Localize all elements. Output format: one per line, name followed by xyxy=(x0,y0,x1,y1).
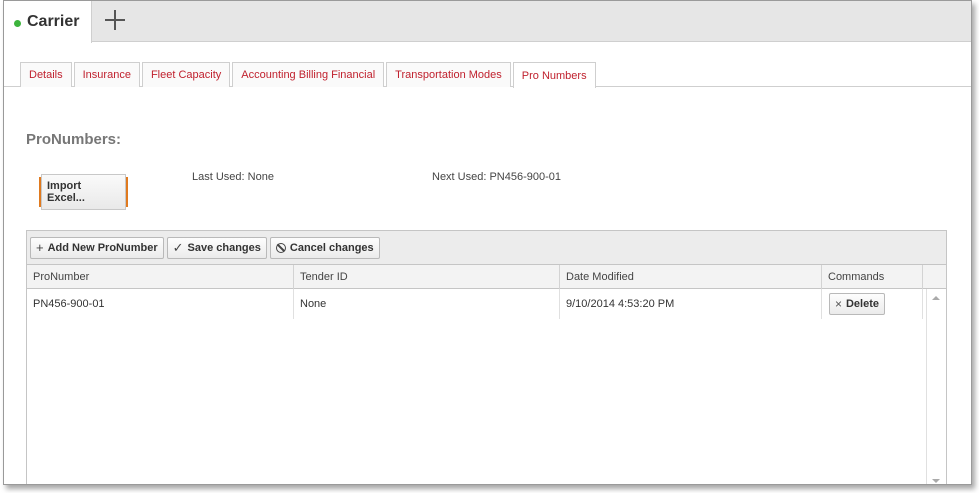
delete-button[interactable]: × Delete xyxy=(829,293,885,315)
ban-icon xyxy=(275,242,286,253)
cancel-changes-button[interactable]: Cancel changes xyxy=(269,236,380,259)
pronumbers-grid: + Add New ProNumber ✓ Save changes Cance… xyxy=(26,230,947,484)
carrier-window: Carrier Details Insurance Fleet Capacity… xyxy=(3,0,972,485)
carrier-tab[interactable]: Carrier xyxy=(4,1,92,43)
table-row[interactable]: PN456-900-01 None 9/10/2014 4:53:20 PM ×… xyxy=(27,289,946,319)
add-new-pronumber-button[interactable]: + Add New ProNumber xyxy=(30,236,164,259)
column-header-date-modified[interactable]: Date Modified xyxy=(560,265,822,289)
column-header-tender-id[interactable]: Tender ID xyxy=(294,265,560,289)
grid-header: ProNumber Tender ID Date Modified Comman… xyxy=(27,265,946,289)
scroll-up-icon[interactable] xyxy=(932,296,940,300)
grid-toolbar: + Add New ProNumber ✓ Save changes Cance… xyxy=(27,231,946,265)
cell-commands: × Delete xyxy=(822,289,923,319)
cell-tender-id: None xyxy=(294,289,560,319)
tab-details[interactable]: Details xyxy=(20,62,72,87)
import-excel-button[interactable]: Import Excel... xyxy=(39,174,128,210)
save-changes-label: Save changes xyxy=(187,241,261,254)
grid-body: PN456-900-01 None 9/10/2014 4:53:20 PM ×… xyxy=(27,289,946,484)
delete-label: Delete xyxy=(845,298,880,310)
plus-icon[interactable] xyxy=(102,7,128,33)
subtab-bar: Details Insurance Fleet Capacity Account… xyxy=(4,43,971,88)
tab-accounting-billing-financial[interactable]: Accounting Billing Financial xyxy=(232,62,385,87)
tab-transportation-modes[interactable]: Transportation Modes xyxy=(386,62,511,87)
cancel-changes-label: Cancel changes xyxy=(289,241,374,254)
add-new-pronumber-label: Add New ProNumber xyxy=(47,241,158,254)
tab-pro-numbers[interactable]: Pro Numbers xyxy=(512,62,596,88)
scroll-down-icon[interactable] xyxy=(932,479,940,483)
cell-pronumber: PN456-900-01 xyxy=(27,289,294,319)
tab-fleet-capacity[interactable]: Fleet Capacity xyxy=(141,62,231,87)
section-title: ProNumbers: xyxy=(26,131,122,148)
column-header-pronumber[interactable]: ProNumber xyxy=(27,265,294,289)
header-scroll-spacer xyxy=(923,265,946,289)
next-used-text: Next Used: PN456-900-01 xyxy=(432,171,562,183)
save-changes-button[interactable]: ✓ Save changes xyxy=(166,236,267,259)
check-icon: ✓ xyxy=(172,239,184,255)
cell-date-modified: 9/10/2014 4:53:20 PM xyxy=(560,289,822,319)
plus-icon: + xyxy=(36,240,44,255)
column-header-commands: Commands xyxy=(822,265,923,289)
header-tab-strip: Carrier xyxy=(4,1,971,43)
last-used-text: Last Used: None xyxy=(192,171,274,183)
tab-insurance[interactable]: Insurance xyxy=(73,62,140,87)
carrier-tab-title: Carrier xyxy=(27,13,80,30)
import-excel-label: Import Excel... xyxy=(41,174,126,210)
close-icon: × xyxy=(834,297,842,311)
vertical-scrollbar[interactable] xyxy=(926,289,946,484)
status-dot-icon xyxy=(14,19,21,27)
